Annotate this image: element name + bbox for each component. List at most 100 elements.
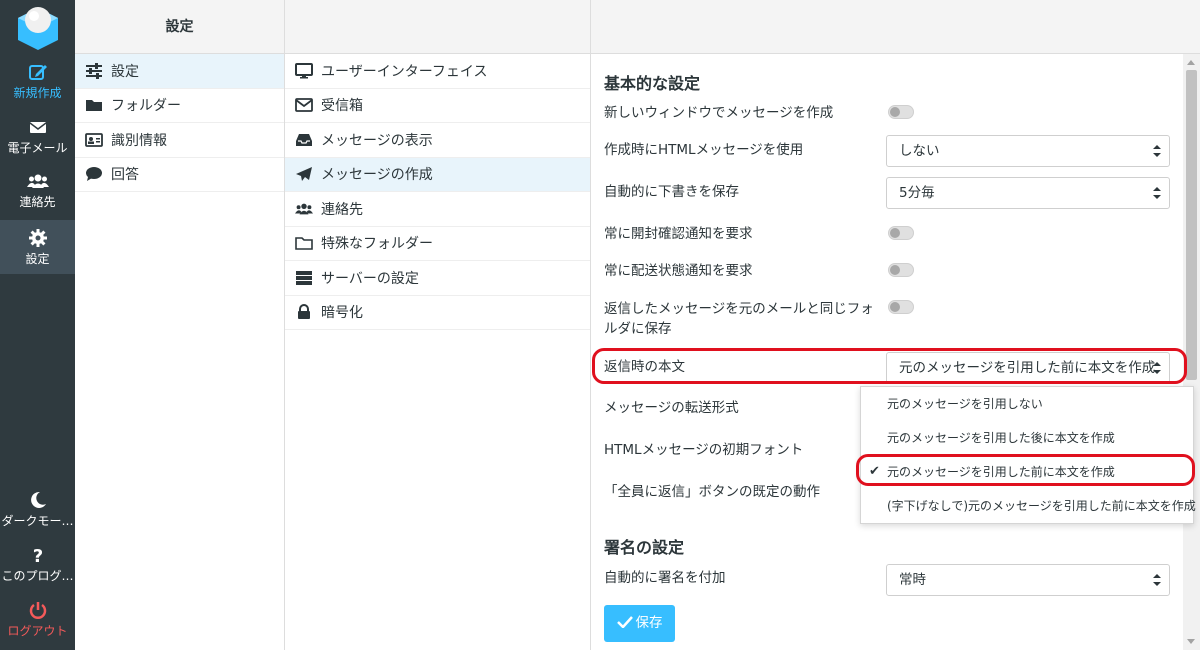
label-auto-signature: 自動的に署名を付加 — [604, 570, 726, 586]
nav-about-label: このプログ… — [1, 569, 74, 583]
toggle-read-receipt[interactable] — [888, 226, 914, 240]
folder-outline-icon — [295, 234, 313, 252]
section-title-basic: 基本的な設定 — [604, 74, 701, 93]
dropdown-option[interactable]: 元のメッセージを引用した後に本文を作成 — [861, 421, 1195, 455]
users-icon — [295, 200, 313, 218]
section-title-signature: 署名の設定 — [604, 538, 685, 557]
pref-label: 連絡先 — [321, 201, 363, 218]
pref-message-display[interactable]: メッセージの表示 — [285, 123, 590, 158]
select-caret-icon — [1153, 574, 1161, 586]
pref-composing-messages[interactable]: メッセージの作成 — [285, 157, 590, 192]
option-label: (字下げなしで)元のメッセージを引用した前に本文を作成 — [887, 499, 1196, 513]
section-label: フォルダー — [111, 98, 181, 115]
dropdown-option[interactable]: 元のメッセージを引用しない — [861, 387, 1195, 421]
pref-label: サーバーの設定 — [321, 270, 419, 287]
nav-compose-label: 新規作成 — [13, 86, 62, 100]
option-label: 元のメッセージを引用しない — [887, 397, 1043, 411]
pref-label: メッセージの表示 — [321, 132, 433, 149]
label-reply-all: 「全員に返信」ボタンの既定の動作 — [604, 484, 820, 500]
question-icon: ? — [32, 546, 42, 565]
pref-label: 受信箱 — [321, 98, 363, 115]
inbox-icon — [295, 131, 313, 149]
label-html-compose: 作成時にHTMLメッセージを使用 — [604, 142, 804, 158]
label-line: ルダに保存 — [604, 321, 672, 337]
label-forward-type: メッセージの転送形式 — [604, 400, 739, 416]
select-value: 常時 — [899, 572, 926, 588]
app-logo-icon — [18, 7, 58, 50]
select-autosave[interactable]: 5分毎 — [886, 177, 1170, 209]
section-identities[interactable]: 識別情報 — [75, 123, 284, 158]
section-label: 回答 — [111, 167, 139, 184]
nav-settings[interactable]: 設定 — [0, 220, 75, 274]
toggle-new-window[interactable] — [888, 105, 914, 119]
nav-darkmode[interactable]: ダークモー… — [0, 490, 75, 532]
pref-special-folders[interactable]: 特殊なフォルダー — [285, 227, 590, 261]
settings-sections-panel: 設定 設定 フォルダー 識別情報 回答 — [75, 0, 285, 650]
label-read-receipt: 常に開封確認通知を要求 — [604, 226, 753, 242]
scrollbar-thumb[interactable] — [1186, 70, 1197, 380]
select-caret-icon — [1153, 187, 1161, 199]
section-label: 設定 — [111, 63, 139, 80]
select-html-compose[interactable]: しない — [886, 135, 1170, 167]
panel-title: 設定 — [75, 0, 284, 54]
pref-label: 暗号化 — [321, 305, 363, 322]
section-preferences[interactable]: 設定 — [75, 54, 284, 89]
select-caret-icon — [1153, 145, 1161, 157]
pref-label: 特殊なフォルダー — [321, 236, 433, 253]
select-auto-signature[interactable]: 常時 — [886, 564, 1170, 596]
label-line: 返信したメッセージを元のメールと同じフォ — [604, 301, 874, 317]
nav-contacts-label: 連絡先 — [19, 195, 56, 209]
label-autosave: 自動的に下書きを保存 — [604, 184, 739, 200]
label-dsn: 常に配送状態通知を要求 — [604, 263, 753, 279]
nav-about[interactable]: ? このプログ… — [0, 545, 75, 587]
pref-server-settings[interactable]: サーバーの設定 — [285, 261, 590, 296]
comment-icon — [85, 165, 103, 183]
nav-mail-label: 電子メール — [7, 141, 68, 155]
dropdown-option[interactable]: (字下げなしで)元のメッセージを引用した前に本文を作成 — [861, 489, 1196, 523]
nav-mail[interactable]: 電子メール — [0, 117, 75, 159]
label-reply-same-folder: 返信したメッセージを元のメールと同じフォ ルダに保存 — [604, 299, 874, 339]
compose-icon — [28, 65, 47, 80]
pref-label: ユーザーインターフェイス — [321, 63, 488, 80]
main-nav: 新規作成 電子メール 連絡先 設定 ダークモー… ? このプログ… ログアウト — [0, 0, 75, 650]
section-responses[interactable]: 回答 — [75, 158, 284, 192]
select-value: 5分毎 — [899, 185, 935, 201]
svg-text:?: ? — [32, 546, 42, 565]
envelope-icon — [295, 96, 313, 114]
id-card-icon — [85, 131, 103, 149]
gear-icon — [28, 229, 47, 247]
nav-settings-label: 設定 — [25, 252, 50, 266]
save-button[interactable]: 保存 — [604, 605, 675, 642]
nav-contacts[interactable]: 連絡先 — [0, 171, 75, 213]
preferences-sections-panel: ユーザーインターフェイス 受信箱 メッセージの表示 メッセージの作成 連絡先 特… — [285, 0, 591, 650]
pref-user-interface[interactable]: ユーザーインターフェイス — [285, 54, 590, 89]
preferences-form-panel: 基本的な設定 新しいウィンドウでメッセージを作成 作成時にHTMLメッセージを使… — [591, 0, 1200, 650]
moon-icon — [30, 491, 46, 508]
users-icon — [26, 174, 49, 188]
nav-darkmode-label: ダークモー… — [1, 514, 74, 528]
option-label: 元のメッセージを引用した後に本文を作成 — [887, 431, 1115, 445]
toggle-dsn[interactable] — [888, 263, 914, 277]
folder-icon — [85, 96, 103, 114]
pref-mailbox-view[interactable]: 受信箱 — [285, 89, 590, 123]
nav-logout[interactable]: ログアウト — [0, 600, 75, 642]
pref-contacts[interactable]: 連絡先 — [285, 192, 590, 227]
label-html-font: HTMLメッセージの初期フォント — [604, 442, 804, 458]
content-scrollbar[interactable] — [1183, 54, 1200, 650]
toggle-reply-same-folder[interactable] — [888, 300, 914, 314]
panel-header — [285, 0, 590, 54]
nav-compose[interactable]: 新規作成 — [0, 62, 75, 104]
pref-encryption[interactable]: 暗号化 — [285, 296, 590, 330]
monitor-icon — [295, 62, 313, 80]
section-folders[interactable]: フォルダー — [75, 89, 284, 123]
envelope-icon — [29, 122, 46, 133]
scroll-up-icon[interactable] — [1187, 60, 1195, 65]
section-label: 識別情報 — [111, 132, 167, 149]
pref-label: メッセージの作成 — [321, 167, 433, 184]
select-value: しない — [899, 143, 940, 159]
save-label: 保存 — [635, 615, 663, 631]
label-new-window: 新しいウィンドウでメッセージを作成 — [604, 105, 834, 121]
scroll-down-icon[interactable] — [1187, 639, 1195, 644]
paper-plane-icon — [295, 165, 313, 183]
check-icon — [616, 616, 633, 629]
